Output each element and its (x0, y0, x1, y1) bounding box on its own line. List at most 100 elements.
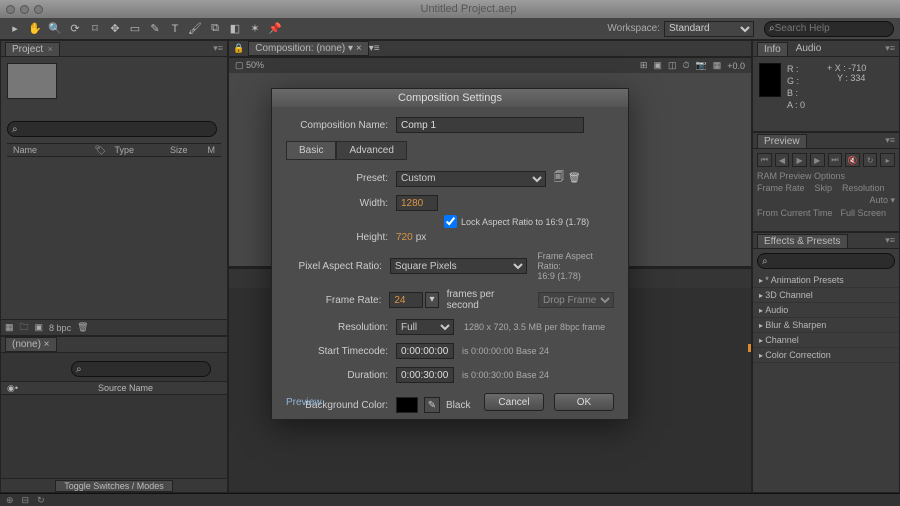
par-select[interactable]: Square Pixels (390, 258, 527, 274)
width-input[interactable] (396, 195, 438, 211)
zoom-tool-icon[interactable]: 🔍 (46, 20, 64, 38)
play-icon[interactable]: ▶ (792, 153, 807, 167)
info-plus: + (827, 63, 832, 73)
timeline-search-input[interactable] (82, 364, 206, 375)
eye-icon[interactable]: ◉ (7, 383, 15, 394)
col-size[interactable]: Size (164, 145, 194, 155)
panel-menu-icon[interactable]: ▾≡ (885, 135, 895, 146)
mute-icon[interactable]: 🔇 (845, 153, 860, 167)
region-icon[interactable]: ◫ (668, 60, 677, 71)
comp-icon[interactable]: ▣ (35, 322, 44, 333)
eraser-tool-icon[interactable]: ◧ (226, 20, 244, 38)
effect-category[interactable]: * Animation Presets (753, 273, 899, 288)
framerate-menu-icon[interactable]: ▾ (425, 292, 438, 308)
status-icon[interactable]: ↻ (37, 495, 45, 506)
effect-category[interactable]: Audio (753, 303, 899, 318)
col-type[interactable]: 🏷 Type (89, 145, 146, 156)
ram-preview-icon[interactable]: ▸ (880, 153, 895, 167)
info-tab[interactable]: Info (757, 42, 788, 56)
grid-icon[interactable]: ⊞ (640, 60, 648, 71)
window-controls[interactable] (6, 5, 43, 14)
rotate-tool-icon[interactable]: ⟳ (66, 20, 84, 38)
mask-icon[interactable]: ▣ (653, 60, 662, 71)
lock-col-icon[interactable]: • (15, 383, 18, 393)
effects-tab[interactable]: Effects & Presets (757, 234, 848, 248)
preset-select[interactable]: Custom (396, 171, 546, 187)
clone-tool-icon[interactable]: ⧉ (206, 20, 224, 38)
snapshot-icon[interactable]: 📷 (695, 60, 706, 71)
selection-tool-icon[interactable]: ▸ (6, 20, 24, 38)
toggle-switches-button[interactable]: Toggle Switches / Modes (55, 480, 173, 492)
hand-tool-icon[interactable]: ✋ (26, 20, 44, 38)
first-frame-icon[interactable]: ⏮ (757, 153, 772, 167)
effects-search[interactable]: ⌕ (757, 253, 895, 269)
delete-preset-icon[interactable]: 🗑 (568, 173, 581, 184)
comp-tab[interactable]: Composition: (none) ▾ × (248, 41, 368, 56)
effect-category[interactable]: Channel (753, 333, 899, 348)
help-search[interactable]: ⌕ (764, 21, 894, 37)
status-bar: ⊕ ⊟ ↻ (0, 493, 900, 506)
project-search[interactable]: ⌕ (7, 121, 217, 137)
zoom-select[interactable]: ▢ 50% (235, 60, 264, 71)
col-m[interactable]: M (202, 145, 222, 155)
panel-menu-icon[interactable]: ▾≡ (885, 43, 895, 54)
project-tab[interactable]: Project × (5, 42, 60, 56)
from-current-label[interactable]: From Current Time (757, 208, 833, 218)
col-source-name[interactable]: Source Name (98, 383, 153, 393)
project-search-input[interactable] (18, 124, 212, 135)
text-tool-icon[interactable]: T (166, 20, 184, 38)
roto-tool-icon[interactable]: ✶ (246, 20, 264, 38)
lock-aspect-checkbox[interactable]: Lock Aspect Ratio to 16:9 (1.78) (444, 215, 589, 228)
duration-input[interactable] (396, 367, 454, 383)
help-search-input[interactable] (775, 23, 889, 34)
advanced-tab[interactable]: Advanced (336, 141, 406, 160)
save-preset-icon[interactable]: 🗐 (554, 170, 564, 187)
status-icon[interactable]: ⊕ (6, 495, 14, 506)
framerate-input[interactable] (389, 292, 423, 308)
last-frame-icon[interactable]: ⏭ (828, 153, 843, 167)
lock-icon[interactable]: 🔒 (233, 43, 244, 54)
dialog-title: Composition Settings (272, 89, 628, 107)
preview-toggle[interactable]: Preview (286, 397, 322, 408)
shape-tool-icon[interactable]: ▭ (126, 20, 144, 38)
workspace-select[interactable]: Standard (664, 21, 754, 37)
puppet-tool-icon[interactable]: 📌 (266, 20, 284, 38)
basic-tab[interactable]: Basic (286, 141, 336, 160)
pan-behind-tool-icon[interactable]: ✥ (106, 20, 124, 38)
timeline-search[interactable]: ⌕ (71, 361, 211, 377)
pen-tool-icon[interactable]: ✎ (146, 20, 164, 38)
trash-icon[interactable]: 🗑 (77, 322, 88, 333)
full-screen-label[interactable]: Full Screen (841, 208, 887, 218)
brush-tool-icon[interactable]: 🖌 (186, 20, 204, 38)
status-icon[interactable]: ⊟ (22, 495, 30, 506)
panel-menu-icon[interactable]: ▾≡ (885, 235, 895, 246)
preview-tab[interactable]: Preview (757, 134, 807, 148)
height-unit: px (416, 232, 427, 243)
height-value[interactable]: 720 (396, 232, 413, 243)
loop-icon[interactable]: ↻ (863, 153, 878, 167)
effect-category[interactable]: Color Correction (753, 348, 899, 363)
comp-name-input[interactable] (396, 117, 584, 133)
ok-button[interactable]: OK (554, 393, 614, 411)
exposure-value[interactable]: +0.0 (727, 61, 745, 71)
panel-menu-icon[interactable]: ▾≡ (369, 43, 380, 54)
panel-menu-icon[interactable]: ▾≡ (213, 43, 223, 54)
effect-category[interactable]: 3D Channel (753, 288, 899, 303)
bpc-label[interactable]: 8 bpc (49, 323, 71, 333)
effects-search-input[interactable] (768, 256, 890, 267)
channel-icon[interactable]: ▦ (713, 60, 722, 71)
timeline-tab[interactable]: (none) × (5, 337, 57, 352)
prev-frame-icon[interactable]: ◀ (775, 153, 790, 167)
audio-tab[interactable]: Audio (790, 42, 828, 55)
start-timecode-input[interactable] (396, 343, 454, 359)
folder-icon[interactable]: 🗀 (20, 320, 29, 336)
resolution-select[interactable]: Full (396, 319, 454, 335)
interpret-icon[interactable]: ▦ (5, 322, 14, 333)
info-r: R : (787, 63, 805, 75)
timecode-icon[interactable]: ⏱ (682, 60, 689, 71)
next-frame-icon[interactable]: ▶ (810, 153, 825, 167)
effect-category[interactable]: Blur & Sharpen (753, 318, 899, 333)
cancel-button[interactable]: Cancel (484, 393, 544, 411)
camera-tool-icon[interactable]: ⌑ (86, 20, 104, 38)
col-name[interactable]: Name (7, 145, 43, 155)
